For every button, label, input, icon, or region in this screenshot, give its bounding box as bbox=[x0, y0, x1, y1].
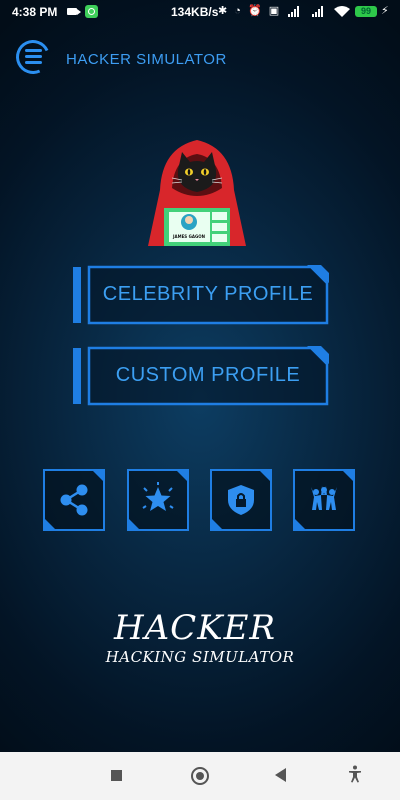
rate-button[interactable] bbox=[126, 468, 190, 532]
celebrity-profile-label: CELEBRITY PROFILE bbox=[102, 283, 314, 305]
app-screen: 4:38 PM 134KB/s ✱ ◔ ⏰ ▣ 99 ⚡ HACKER SIMU… bbox=[0, 0, 400, 752]
recent-apps-icon[interactable] bbox=[111, 770, 122, 781]
share-icon bbox=[60, 484, 88, 516]
back-icon[interactable] bbox=[275, 768, 286, 782]
video-camera-icon bbox=[67, 8, 81, 15]
celebrity-profile-button[interactable]: CELEBRITY PROFILE bbox=[73, 265, 329, 327]
privacy-shield-icon bbox=[228, 485, 254, 515]
hooded-cat-hacker-icon: JAMES GAGON bbox=[148, 140, 246, 246]
community-icon bbox=[311, 486, 337, 510]
star-rate-icon bbox=[142, 482, 174, 511]
battery-icon: 99 bbox=[355, 6, 377, 17]
app-title: HACKER SIMULATOR bbox=[66, 51, 227, 68]
brand-title: HACKER bbox=[113, 608, 277, 648]
community-button[interactable] bbox=[292, 468, 356, 532]
charging-icon: ⚡ bbox=[381, 5, 389, 17]
privacy-button[interactable] bbox=[209, 468, 273, 532]
share-button[interactable] bbox=[42, 468, 106, 532]
custom-profile-label: CUSTOM PROFILE bbox=[115, 364, 301, 386]
brand-subtitle: HACKING SIMULATOR bbox=[105, 648, 295, 666]
whatsapp-icon bbox=[85, 5, 98, 18]
home-icon[interactable] bbox=[191, 767, 209, 785]
status-icons: ✱ ◔ ⏰ ▣ bbox=[218, 5, 282, 17]
custom-profile-button[interactable]: CUSTOM PROFILE bbox=[73, 346, 329, 408]
button-accent-bar bbox=[73, 348, 81, 404]
status-time: 4:38 PM bbox=[12, 5, 58, 19]
signal-icon bbox=[312, 6, 326, 17]
network-speed: 134KB/s bbox=[171, 5, 219, 19]
badge-name: JAMES GAGON bbox=[172, 234, 205, 239]
accessibility-icon[interactable] bbox=[348, 765, 362, 783]
signal-icon bbox=[288, 6, 302, 17]
button-accent-bar bbox=[73, 267, 81, 323]
wifi-icon bbox=[334, 6, 350, 17]
menu-icon[interactable] bbox=[25, 49, 42, 65]
status-bar: 4:38 PM 134KB/s ✱ ◔ ⏰ ▣ 99 ⚡ bbox=[0, 0, 400, 24]
